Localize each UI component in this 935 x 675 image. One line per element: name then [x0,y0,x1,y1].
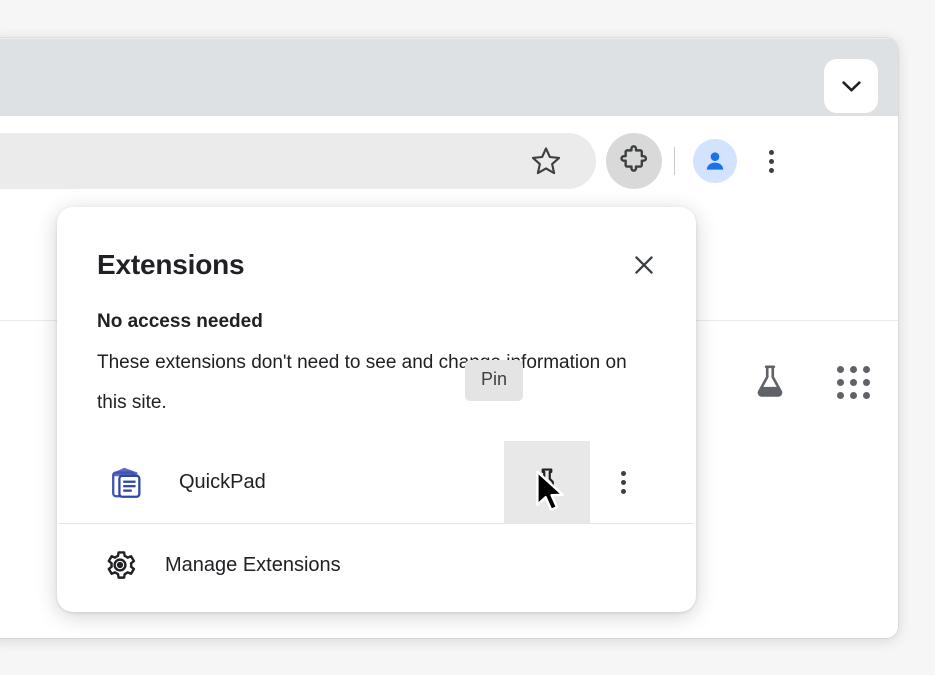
avatar-person-icon [706,152,724,170]
popup-close-button[interactable] [624,245,664,285]
labs-button[interactable] [753,364,787,400]
browser-toolbar [0,116,898,206]
chevron-down-icon [841,80,861,91]
extension-row-quickpad: QuickPad [97,441,656,523]
manage-extensions-label: Manage Extensions [165,553,341,576]
pin-tooltip: Pin [465,360,524,401]
three-dot-vertical-icon [620,470,626,494]
extensions-button[interactable] [606,133,662,189]
bookmark-star-button[interactable] [518,133,574,189]
section-heading: No access needed [97,311,263,332]
three-dot-vertical-icon [768,149,774,173]
pin-extension-button[interactable] [504,441,590,523]
manage-extensions-item[interactable]: Manage Extensions [57,524,696,606]
profile-avatar-button[interactable] [693,139,737,183]
toolbar-right-cluster [606,133,799,189]
puzzle-piece-icon [620,145,648,172]
extension-name: QuickPad [179,470,266,493]
quickpad-document-icon [112,467,141,498]
tabstrip-collapse-button[interactable] [824,59,878,113]
section-description: These extensions don't need to see and c… [97,352,627,413]
no-access-section: No access needed These extensions don't … [57,285,696,523]
close-icon [635,256,653,274]
tab-strip [0,38,898,116]
extensions-popup: Extensions No access needed These extens… [57,207,696,612]
flask-icon [757,365,783,397]
extension-more-options-button[interactable] [590,441,656,523]
toolbar-divider [674,147,675,175]
popup-title: Extensions [97,249,245,280]
star-icon [531,147,561,175]
apps-grid-button[interactable] [837,365,870,399]
quickpad-icon-wrapper [103,463,151,501]
omnibox-address-bar[interactable] [0,133,596,189]
pin-icon [540,468,554,496]
gear-icon [107,551,136,579]
apps-grid-icon [837,365,870,399]
popup-header: Extensions [57,207,696,285]
browser-menu-button[interactable] [743,133,799,189]
page-icon-cluster [753,364,870,400]
